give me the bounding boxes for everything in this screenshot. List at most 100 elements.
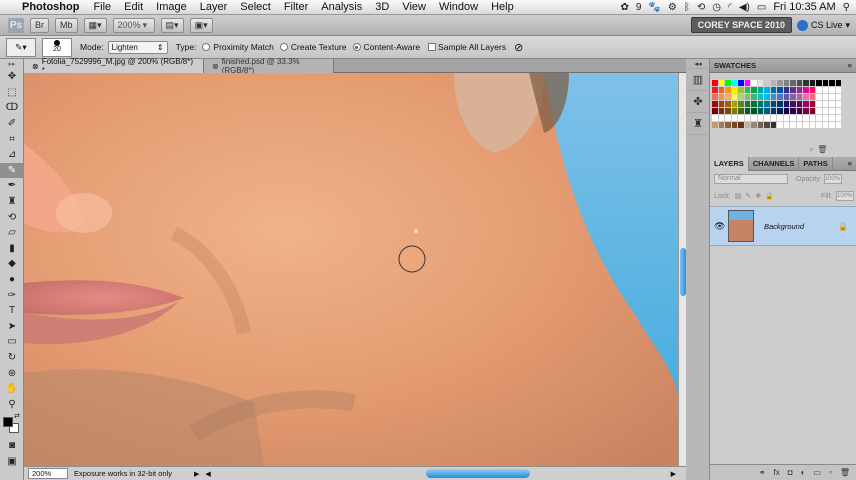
- 3d-rotate-tool-icon[interactable]: ↻: [0, 350, 24, 366]
- content-aware-radio[interactable]: [352, 43, 361, 51]
- sample-all-layers-checkbox[interactable]: [428, 43, 437, 51]
- menu-3d[interactable]: 3D: [375, 1, 389, 13]
- swatch-cell[interactable]: [835, 115, 842, 122]
- clone-stamp-tool-icon[interactable]: ♜: [0, 194, 24, 210]
- history-brush-tool-icon[interactable]: ⟲: [0, 209, 24, 225]
- close-tab-icon[interactable]: ⊗: [32, 62, 39, 71]
- new-swatch-icon[interactable]: ▫: [810, 145, 813, 154]
- menu-view[interactable]: View: [402, 1, 426, 13]
- spot-healing-brush-tool-icon[interactable]: ✎: [0, 162, 24, 179]
- cs-live-button[interactable]: CS Live ▾: [796, 17, 850, 33]
- content-aware-label[interactable]: Content-Aware: [364, 42, 421, 52]
- proximity-match-label[interactable]: Proximity Match: [213, 42, 273, 52]
- screen-mode-button[interactable]: ▣▾: [189, 17, 213, 33]
- launch-mini-bridge-button[interactable]: Mb: [55, 17, 78, 33]
- menu-image[interactable]: Image: [156, 1, 187, 13]
- menu-layer[interactable]: Layer: [200, 1, 228, 13]
- status-menu-arrow-icon[interactable]: ▶: [194, 470, 199, 478]
- lock-image-icon[interactable]: ✎: [745, 192, 751, 200]
- bluetooth-icon[interactable]: ᛒ: [684, 2, 690, 13]
- blend-mode-select[interactable]: Normal: [714, 174, 788, 184]
- type-tool-icon[interactable]: T: [0, 303, 24, 319]
- view-extras-button[interactable]: ▦▾: [83, 17, 107, 33]
- scroll-right-arrow-icon[interactable]: ▶: [671, 470, 676, 478]
- eye-icon[interactable]: 👁: [714, 221, 725, 232]
- delete-swatch-icon[interactable]: 🗑: [817, 145, 827, 154]
- new-group-icon[interactable]: ▭: [813, 468, 821, 477]
- eyedropper-tool-icon[interactable]: ⊿: [0, 147, 24, 163]
- shape-tool-icon[interactable]: ▭: [0, 334, 24, 350]
- document-canvas[interactable]: [24, 73, 678, 466]
- screen-mode-icon[interactable]: ▣: [0, 454, 24, 470]
- foreground-color-swatch[interactable]: [3, 417, 13, 428]
- lasso-tool-icon[interactable]: ↀ: [0, 100, 24, 116]
- blur-tool-icon[interactable]: ◆: [0, 256, 24, 272]
- swatch-cell[interactable]: [835, 80, 842, 87]
- scroll-left-arrow-icon[interactable]: ◀: [205, 470, 210, 478]
- color-swatches[interactable]: ⇄: [0, 412, 23, 438]
- lock-transparent-icon[interactable]: ▨: [735, 192, 742, 200]
- layer-row-background[interactable]: 👁 Background 🔒: [710, 206, 856, 246]
- fill-field[interactable]: 100%: [836, 191, 854, 201]
- tab-finished-document[interactable]: ⊗ finished.psd @ 33.3% (RGB/8*): [204, 57, 334, 75]
- horizontal-scroll-thumb[interactable]: [426, 469, 530, 478]
- menu-file[interactable]: File: [93, 1, 111, 13]
- swatch-cell[interactable]: [835, 101, 842, 108]
- brush-picker[interactable]: 20: [42, 37, 72, 57]
- menu-analysis[interactable]: Analysis: [321, 1, 362, 13]
- close-tab-icon[interactable]: ⊗: [212, 62, 219, 71]
- delete-layer-icon[interactable]: 🗑: [840, 468, 850, 477]
- app-menu[interactable]: Photoshop: [22, 1, 79, 13]
- menu-select[interactable]: Select: [240, 1, 271, 13]
- quick-selection-tool-icon[interactable]: ✐: [0, 116, 24, 132]
- vertical-scrollbar[interactable]: [678, 73, 686, 466]
- pen-tool-icon[interactable]: ✑: [0, 287, 24, 303]
- brush-tool-icon[interactable]: ✒: [0, 178, 24, 194]
- swatch-cell[interactable]: [835, 94, 842, 101]
- gradient-tool-icon[interactable]: ▮: [0, 241, 24, 257]
- tab-layers[interactable]: LAYERS: [710, 156, 749, 171]
- sample-all-layers-label[interactable]: Sample All Layers: [438, 42, 506, 52]
- layer-mask-icon[interactable]: ◘: [788, 468, 793, 477]
- hand-tool-icon[interactable]: ✋: [0, 381, 24, 397]
- layer-name[interactable]: Background: [764, 222, 804, 231]
- zoom-level-dropdown[interactable]: 200% ▾: [112, 17, 155, 33]
- swatches-panel-header[interactable]: SWATCHES ≡: [710, 59, 856, 73]
- paw-icon[interactable]: 🐾: [648, 2, 660, 13]
- tab-paths[interactable]: PATHS: [799, 156, 833, 171]
- swatch-cell[interactable]: [835, 108, 842, 115]
- tools-collapse-icon[interactable]: ▸▸: [0, 59, 24, 69]
- histogram-panel-icon[interactable]: ▥: [686, 69, 710, 91]
- path-selection-tool-icon[interactable]: ➤: [0, 319, 24, 335]
- status-count[interactable]: 9: [636, 2, 642, 13]
- opacity-field[interactable]: 100%: [823, 174, 842, 184]
- volume-icon[interactable]: ◀): [739, 2, 750, 13]
- adjustment-layer-icon[interactable]: ◐: [801, 468, 806, 477]
- menu-filter[interactable]: Filter: [284, 1, 308, 13]
- zoom-tool-icon[interactable]: ⚲: [0, 396, 24, 412]
- layer-style-icon[interactable]: fx: [774, 468, 780, 477]
- zoom-field[interactable]: 200%: [28, 468, 68, 479]
- crop-tool-icon[interactable]: ⌗: [0, 131, 24, 147]
- clock-icon[interactable]: ◷: [712, 2, 721, 13]
- pressure-size-icon[interactable]: ⊘: [514, 41, 523, 54]
- eraser-tool-icon[interactable]: ▱: [0, 225, 24, 241]
- panel-menu-icon[interactable]: ≡: [848, 159, 852, 168]
- menu-clock[interactable]: Fri 10:35 AM: [773, 1, 835, 13]
- tab-fotolia-document[interactable]: ⊗ Fotolia_7529996_M.jpg @ 200% (RGB/8*) …: [24, 57, 204, 75]
- new-layer-icon[interactable]: ▫: [829, 468, 832, 477]
- dock-collapse-icon[interactable]: ◂◂: [686, 59, 710, 69]
- 3d-orbit-tool-icon[interactable]: ⊛: [0, 365, 24, 381]
- dodge-tool-icon[interactable]: ●: [0, 272, 24, 288]
- create-texture-label[interactable]: Create Texture: [291, 42, 347, 52]
- marquee-tool-icon[interactable]: ⬚: [0, 85, 24, 101]
- create-texture-radio[interactable]: [279, 43, 288, 51]
- proximity-match-radio[interactable]: [202, 43, 211, 51]
- creative-suite-icon[interactable]: ✿: [620, 2, 628, 13]
- tab-channels[interactable]: CHANNELS: [749, 156, 800, 171]
- workspace-switcher[interactable]: COREY SPACE 2010: [690, 17, 792, 33]
- swap-colors-icon[interactable]: ⇄: [14, 412, 20, 420]
- swatch-cell[interactable]: [835, 122, 842, 129]
- swatch-cell[interactable]: [835, 87, 842, 94]
- quick-mask-icon[interactable]: ◙: [0, 438, 24, 454]
